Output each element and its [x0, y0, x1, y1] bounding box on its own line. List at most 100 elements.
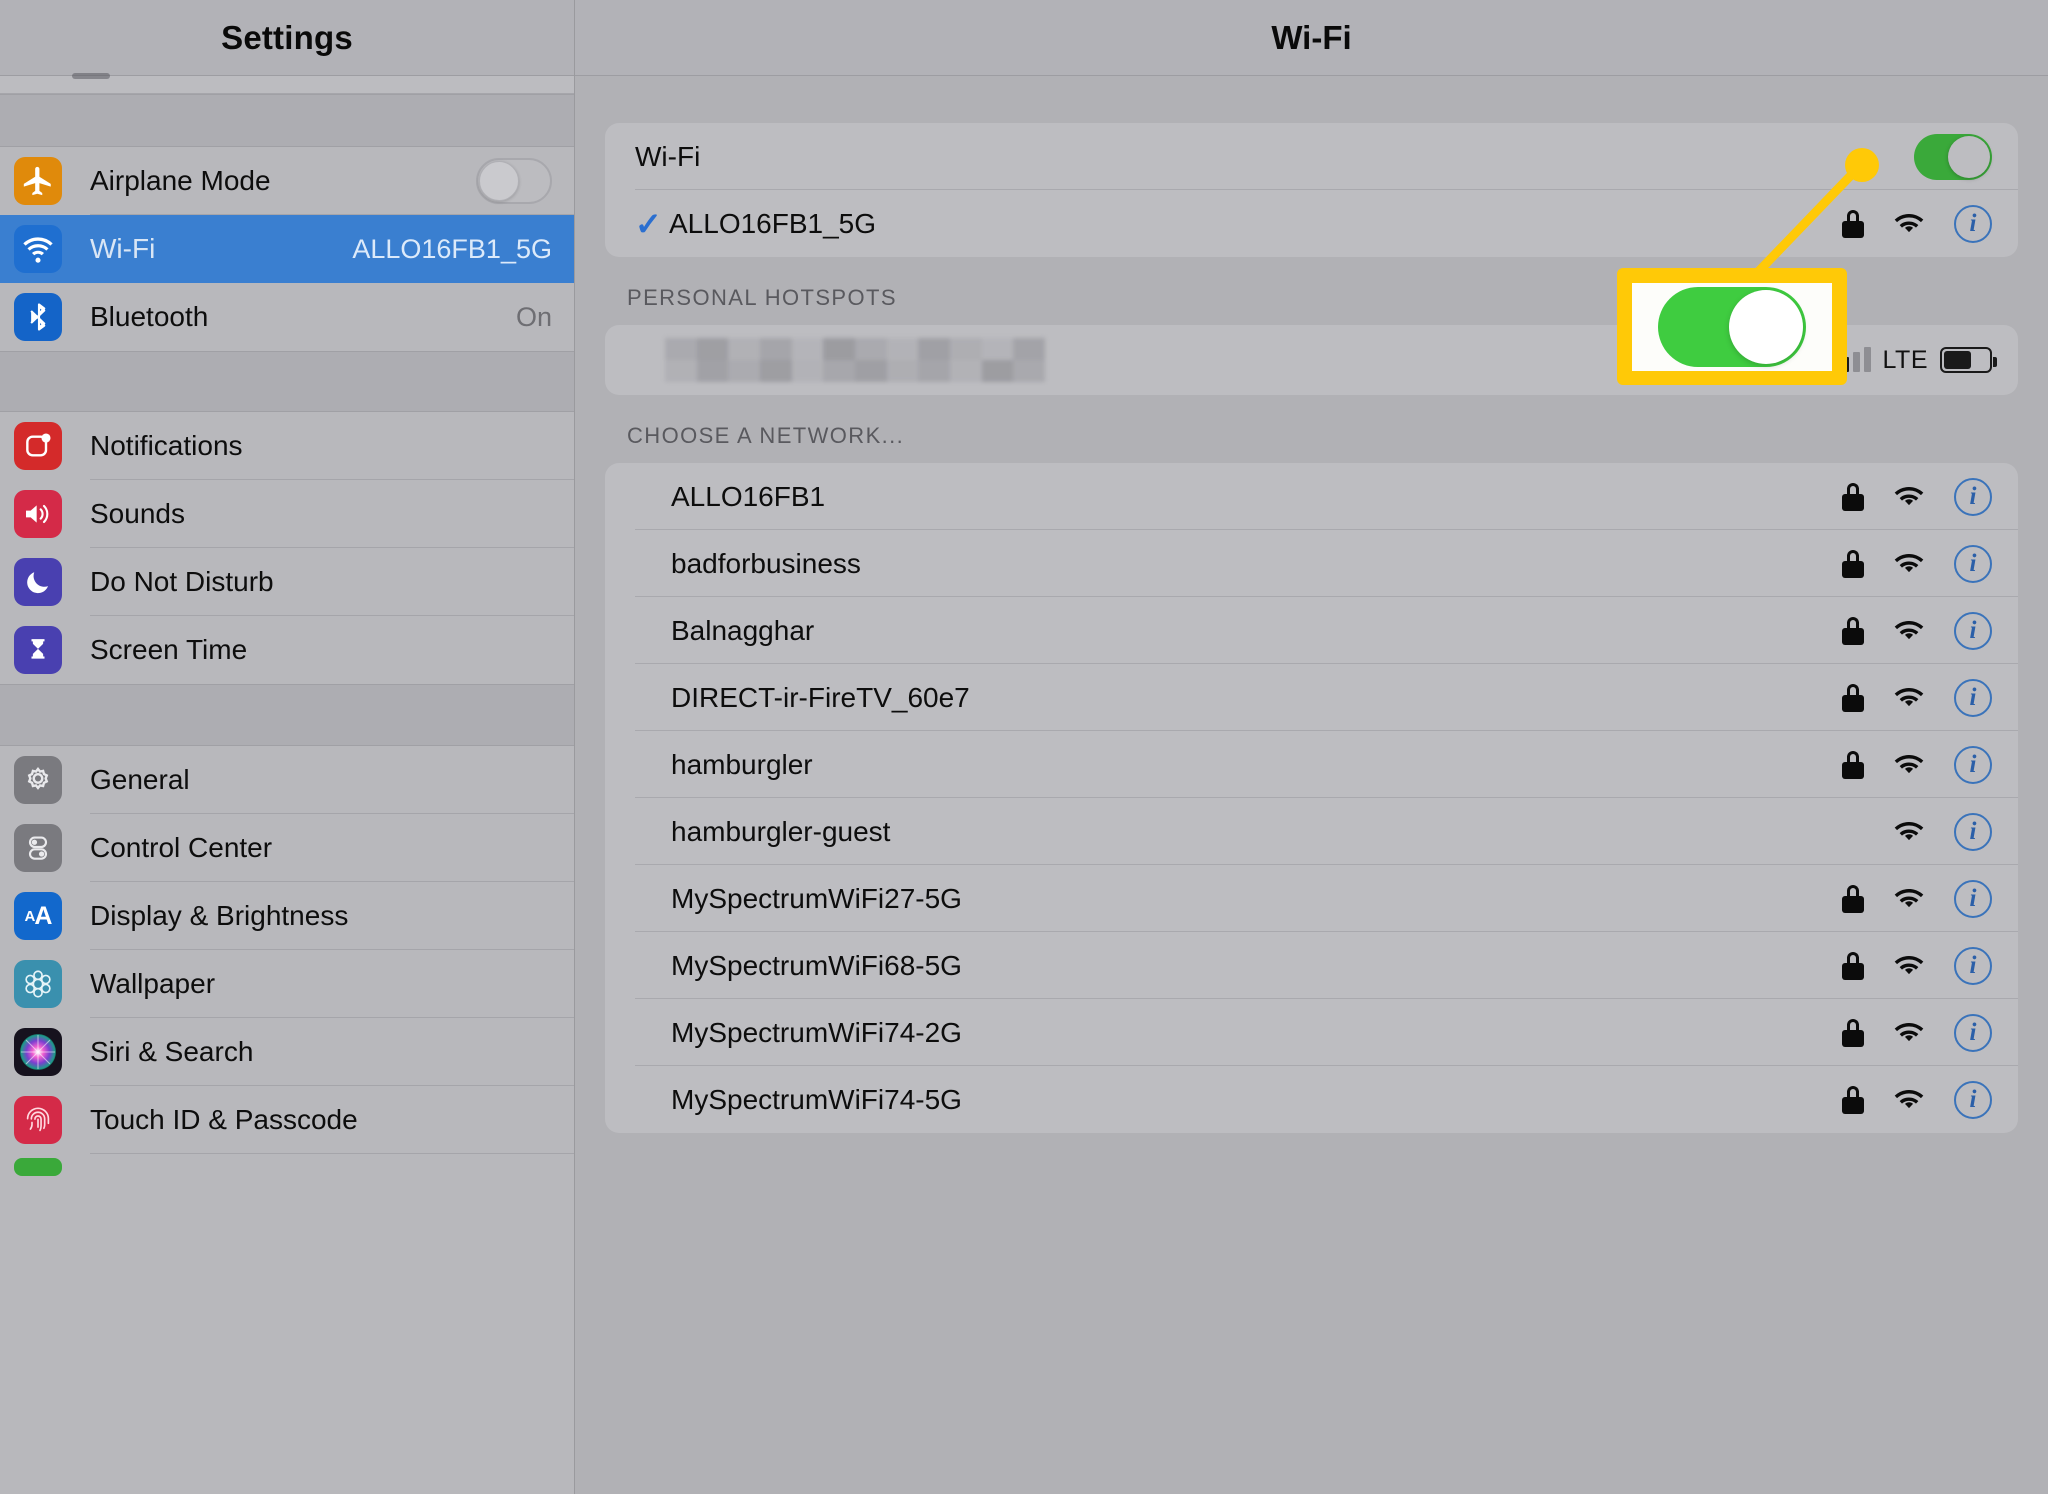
wallpaper-icon: [14, 960, 62, 1008]
network-row-icons: i: [1842, 1080, 1992, 1119]
network-row-icons: i: [1842, 946, 1992, 985]
sidebar-item-value: ALLO16FB1_5G: [352, 233, 552, 264]
gear-icon: [14, 756, 62, 804]
network-row[interactable]: hamburgler i: [605, 731, 2018, 798]
wifi-master-label: Wi-Fi: [635, 140, 701, 172]
network-row[interactable]: MySpectrumWiFi27-5G i: [605, 865, 2018, 932]
sidebar-item-do-not-disturb[interactable]: Do Not Disturb: [0, 548, 574, 616]
settings-sidebar: Settings Airplane Mode Wi-Fi ALLO16FB1_5…: [0, 0, 575, 1494]
network-row-icons: i: [1842, 812, 1992, 851]
networks-section-header: CHOOSE A NETWORK...: [627, 423, 905, 448]
network-row[interactable]: MySpectrumWiFi68-5G i: [605, 932, 2018, 999]
info-icon[interactable]: i: [1954, 946, 1992, 985]
info-icon[interactable]: i: [1954, 477, 1992, 516]
control-center-icon: [14, 824, 62, 872]
network-row[interactable]: MySpectrumWiFi74-5G i: [605, 1066, 2018, 1133]
network-row[interactable]: MySpectrumWiFi74-2G i: [605, 999, 2018, 1066]
wifi-signal-icon: [1890, 1086, 1928, 1114]
sidebar-group-separator: [0, 684, 574, 746]
sidebar-item-screen-time[interactable]: Screen Time: [0, 616, 574, 684]
sidebar-title: Settings: [221, 18, 353, 56]
sidebar-item-touch-id-passcode[interactable]: Touch ID & Passcode: [0, 1086, 574, 1154]
sidebar-header: Settings: [0, 0, 574, 76]
network-name: DIRECT-ir-FireTV_60e7: [671, 681, 970, 713]
info-icon[interactable]: i: [1954, 204, 1992, 243]
info-icon[interactable]: i: [1954, 879, 1992, 918]
sidebar-item-label: Wi-Fi: [90, 233, 156, 264]
sidebar-item-label: Sounds: [90, 498, 185, 529]
display-brightness-icon: AA: [14, 892, 62, 940]
sidebar-item-label: Airplane Mode: [90, 165, 271, 196]
wifi-signal-icon: [1890, 952, 1928, 980]
toggle-knob: [479, 161, 519, 201]
network-row-icons: i: [1842, 678, 1992, 717]
battery-icon: [1940, 347, 1997, 373]
sidebar-item-bluetooth[interactable]: Bluetooth On: [0, 283, 574, 351]
lock-icon: [1842, 683, 1864, 712]
sidebar-item-general[interactable]: General: [0, 746, 574, 814]
sidebar-item-label: Touch ID & Passcode: [90, 1104, 358, 1135]
sidebar-item-label: Siri & Search: [90, 1036, 254, 1067]
lock-icon: [1842, 482, 1864, 511]
page-title: Wi-Fi: [1271, 18, 1352, 56]
network-row[interactable]: ALLO16FB1 i: [605, 463, 2018, 530]
connected-network-name: ALLO16FB1_5G: [669, 207, 877, 239]
airplane-mode-toggle[interactable]: [476, 158, 552, 204]
network-row-icons: i: [1842, 477, 1992, 516]
siri-icon: [14, 1028, 62, 1076]
lock-icon: [1842, 951, 1864, 980]
lock-icon: [1842, 616, 1864, 645]
sounds-icon: [14, 490, 62, 538]
sidebar-item-notifications[interactable]: Notifications: [0, 412, 574, 480]
wifi-master-toggle[interactable]: [1914, 133, 1992, 180]
network-name: ALLO16FB1: [671, 480, 826, 512]
sidebar-item-wifi[interactable]: Wi-Fi ALLO16FB1_5G: [0, 215, 574, 283]
hourglass-icon: [14, 626, 62, 674]
callout-magnified-toggle[interactable]: [1658, 286, 1806, 367]
info-icon[interactable]: i: [1954, 1080, 1992, 1119]
sidebar-item-label: Bluetooth: [90, 301, 209, 332]
lock-icon: [1842, 1085, 1864, 1114]
info-icon[interactable]: i: [1954, 812, 1992, 851]
network-row[interactable]: badforbusiness i: [605, 530, 2018, 597]
fingerprint-icon: [14, 1096, 62, 1144]
sidebar-item-airplane-mode[interactable]: Airplane Mode: [0, 147, 574, 215]
hotspot-name-blurred: [665, 338, 1045, 382]
sidebar-item-label: Notifications: [90, 430, 243, 461]
info-icon[interactable]: i: [1954, 544, 1992, 583]
sidebar-item-wallpaper[interactable]: Wallpaper: [0, 950, 574, 1018]
network-name: MySpectrumWiFi74-5G: [671, 1083, 962, 1115]
info-icon[interactable]: i: [1954, 611, 1992, 650]
wifi-master-right: [1914, 133, 1992, 180]
sidebar-item-partial[interactable]: [0, 1154, 574, 1180]
wifi-icon: [14, 225, 62, 273]
network-name: hamburgler: [671, 748, 813, 780]
info-icon[interactable]: i: [1954, 1013, 1992, 1052]
hotspot-status: LTE: [1830, 346, 1997, 375]
sidebar-scroll-indicator[interactable]: [0, 73, 574, 94]
sidebar-item-control-center[interactable]: Control Center: [0, 814, 574, 882]
lock-icon: [1842, 549, 1864, 578]
sidebar-group-system: General Control Center AA Display & Brig…: [0, 746, 574, 1180]
network-row-icons: i: [1842, 611, 1992, 650]
wifi-signal-icon: [1890, 1019, 1928, 1047]
network-name: Balnagghar: [671, 614, 815, 646]
sidebar-item-label: Wallpaper: [90, 968, 216, 999]
sidebar-item-siri-search[interactable]: Siri & Search: [0, 1018, 574, 1086]
notifications-icon: [14, 422, 62, 470]
ios-settings-screen: Settings Airplane Mode Wi-Fi ALLO16FB1_5…: [0, 0, 2048, 1494]
sidebar-item-sounds[interactable]: Sounds: [0, 480, 574, 548]
wifi-signal-icon: [1890, 550, 1928, 578]
network-row-icons: i: [1842, 544, 1992, 583]
sidebar-group-separator: [0, 351, 574, 412]
sidebar-group-connectivity: Airplane Mode Wi-Fi ALLO16FB1_5G Bluetoo…: [0, 147, 574, 351]
info-icon[interactable]: i: [1954, 745, 1992, 784]
info-icon[interactable]: i: [1954, 678, 1992, 717]
sidebar-item-display-brightness[interactable]: AA Display & Brightness: [0, 882, 574, 950]
moon-icon: [14, 558, 62, 606]
sidebar-group-separator: [0, 94, 574, 147]
network-row[interactable]: DIRECT-ir-FireTV_60e7 i: [605, 664, 2018, 731]
network-row[interactable]: Balnagghar i: [605, 597, 2018, 664]
network-row[interactable]: hamburgler-guest i: [605, 798, 2018, 865]
sidebar-group-alerts: Notifications Sounds Do Not Disturb Scre…: [0, 412, 574, 684]
